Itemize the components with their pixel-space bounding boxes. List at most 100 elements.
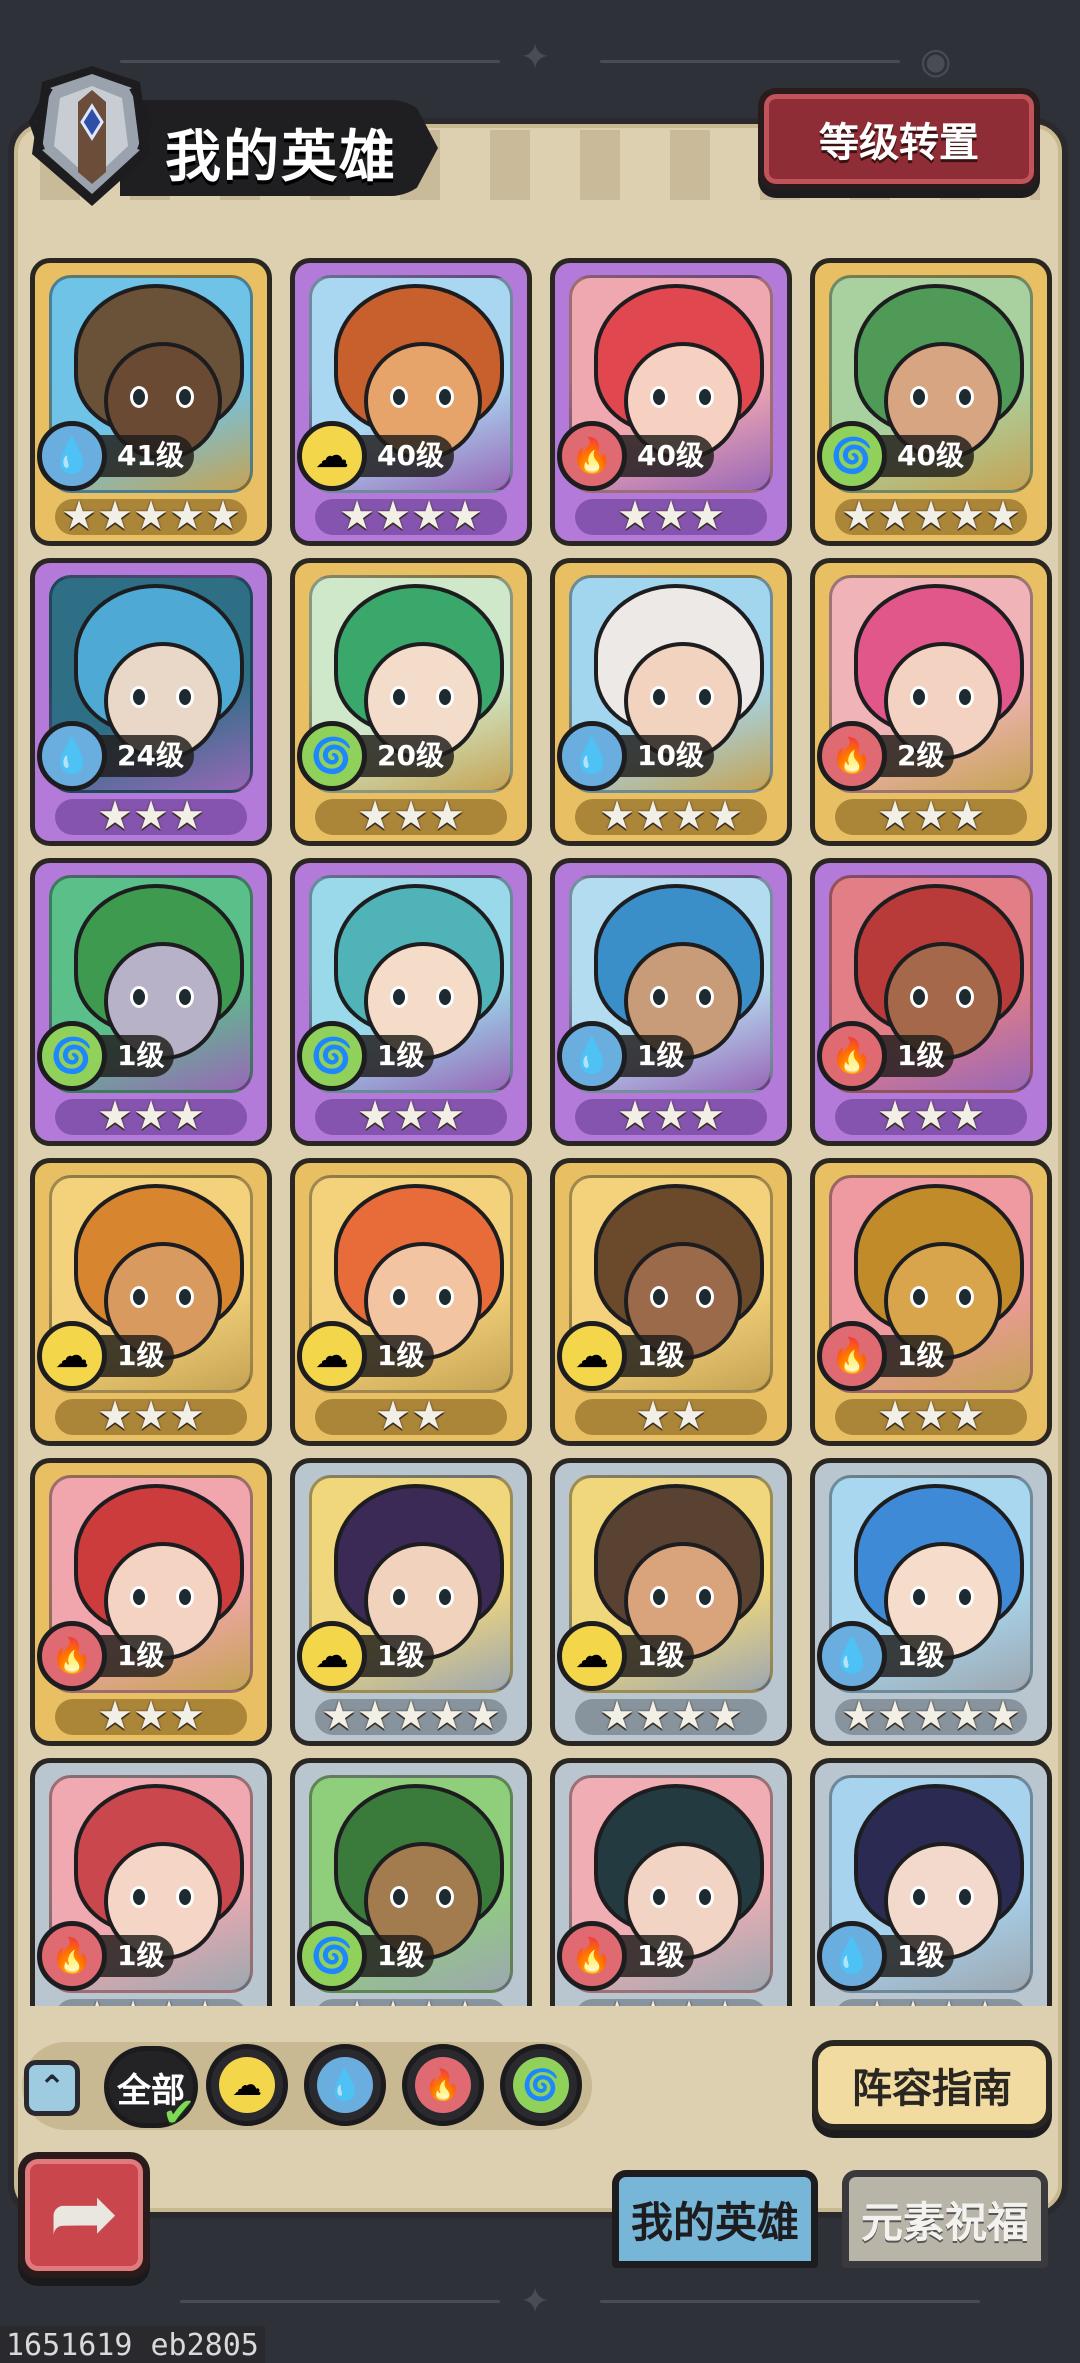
- filter-water-button[interactable]: 💧: [304, 2044, 386, 2126]
- hero-star-rating: ★ ★ ★: [555, 1093, 787, 1139]
- hero-eye: [650, 686, 668, 708]
- hero-card[interactable]: 40级 ☁ ★ ★ ★ ★: [290, 258, 532, 546]
- star-icon: ★: [689, 493, 725, 539]
- star-icon: ★: [913, 793, 949, 839]
- hero-eye: [390, 1286, 408, 1308]
- wind-element-icon: 🌀: [297, 1921, 367, 1991]
- earth-element-icon: ☁: [557, 1321, 627, 1391]
- star-icon: ★: [429, 1093, 465, 1139]
- star-icon: ★: [689, 1093, 725, 1139]
- helmet-icon: [28, 66, 154, 206]
- lineup-guide-button[interactable]: 阵容指南: [812, 2040, 1052, 2130]
- hero-card[interactable]: 1级 ☁ ★ ★: [550, 1158, 792, 1446]
- collapse-filter-button[interactable]: ⌃: [24, 2060, 80, 2116]
- water-element-icon: 💧: [37, 421, 107, 491]
- star-icon: ★: [133, 1693, 169, 1739]
- star-icon: ★: [133, 793, 169, 839]
- star-icon: ★: [929, 1996, 969, 2006]
- hero-eye: [390, 686, 408, 708]
- hero-card[interactable]: 1级 🔥 ★ ★ ★: [810, 858, 1052, 1146]
- star-icon: ★: [633, 1996, 673, 2006]
- hero-eye: [696, 1886, 714, 1908]
- hero-card[interactable]: 1级 🔥 ★ ★ ★: [810, 1158, 1052, 1446]
- earth-element-icon: ☁: [557, 1621, 627, 1691]
- hero-eye: [390, 1586, 408, 1608]
- filter-earth-button[interactable]: ☁: [206, 2044, 288, 2126]
- hero-card[interactable]: 1级 💧 ★ ★ ★ ★ ★: [810, 1458, 1052, 1746]
- star-icon: ★: [707, 793, 743, 839]
- earth-element-icon: ☁: [297, 1321, 367, 1391]
- tab-elemental-blessing[interactable]: 元素祝福: [842, 2170, 1048, 2268]
- star-icon: ★: [635, 1393, 671, 1439]
- level-reset-button[interactable]: 等级转置: [758, 88, 1040, 190]
- back-button[interactable]: ➦: [18, 2152, 150, 2278]
- hero-eye: [650, 1886, 668, 1908]
- hero-card[interactable]: 1级 🌀 ★ ★ ★: [290, 858, 532, 1146]
- star-icon: ★: [97, 1693, 133, 1739]
- star-icon: ★: [671, 793, 707, 839]
- hero-card[interactable]: 1级💧★★★★: [810, 1758, 1052, 2006]
- star-icon: ★: [857, 1996, 897, 2006]
- hero-eye: [910, 1286, 928, 1308]
- hero-eye: [910, 686, 928, 708]
- hero-eye: [436, 1286, 454, 1308]
- hero-card[interactable]: 10级 💧 ★ ★ ★ ★: [550, 558, 792, 846]
- star-icon: ★: [599, 1693, 635, 1739]
- star-icon: ★: [357, 793, 393, 839]
- hero-card[interactable]: 2级 🔥 ★ ★ ★: [810, 558, 1052, 846]
- filter-wind-button[interactable]: 🌀: [500, 2044, 582, 2126]
- earth-element-icon: ☁: [219, 2057, 275, 2113]
- hero-card[interactable]: 40级 🌀 ★ ★ ★ ★ ★: [810, 258, 1052, 546]
- hero-card[interactable]: 40级 🔥 ★ ★ ★: [550, 258, 792, 546]
- filter-fire-button[interactable]: 🔥: [402, 2044, 484, 2126]
- star-icon: ★: [635, 793, 671, 839]
- hero-eye: [176, 986, 194, 1008]
- hero-card[interactable]: 1级 💧 ★ ★ ★: [550, 858, 792, 1146]
- wind-element-icon: 🌀: [817, 421, 887, 491]
- hero-card[interactable]: 1级 🔥 ★ ★ ★: [30, 1458, 272, 1746]
- star-icon: ★: [877, 793, 913, 839]
- star-icon: ★: [337, 1996, 377, 2006]
- hero-card[interactable]: 1级🔥★★★★: [550, 1758, 792, 2006]
- fire-element-icon: 🔥: [37, 1921, 107, 1991]
- hero-star-rating: ★ ★: [555, 1393, 787, 1439]
- hero-card[interactable]: 24级 💧 ★ ★ ★: [30, 558, 272, 846]
- star-icon: ★: [707, 1693, 743, 1739]
- star-icon: ★: [409, 1996, 449, 2006]
- hero-star-rating: ★ ★ ★: [35, 1393, 267, 1439]
- hero-card[interactable]: 1级 ☁ ★ ★ ★ ★ ★: [290, 1458, 532, 1746]
- hero-star-rating: ★ ★ ★ ★ ★: [35, 493, 267, 539]
- hero-card[interactable]: 1级🌀★★★★: [290, 1758, 532, 2006]
- star-icon: ★: [133, 1093, 169, 1139]
- hero-card[interactable]: 41级 💧 ★ ★ ★ ★ ★: [30, 258, 272, 546]
- star-icon: ★: [913, 1693, 949, 1739]
- star-icon: ★: [949, 493, 985, 539]
- page-title: 我的英雄: [165, 125, 397, 190]
- earth-element-icon: ☁: [37, 1321, 107, 1391]
- star-icon: ★: [653, 1093, 689, 1139]
- background-line: [600, 60, 900, 63]
- tab-my-heroes[interactable]: 我的英雄: [612, 2170, 818, 2268]
- hero-star-rating: ★ ★ ★: [295, 1093, 527, 1139]
- fire-element-icon: 🔥: [415, 2057, 471, 2113]
- hero-card[interactable]: 1级 ☁ ★ ★ ★ ★: [550, 1458, 792, 1746]
- water-element-icon: 💧: [557, 721, 627, 791]
- wind-element-icon: 🌀: [37, 1021, 107, 1091]
- hero-card[interactable]: 20级 🌀 ★ ★ ★: [290, 558, 532, 846]
- star-icon: ★: [447, 493, 483, 539]
- star-icon: ★: [877, 1693, 913, 1739]
- hero-eye: [176, 1286, 194, 1308]
- hero-card[interactable]: 1级 ☁ ★ ★ ★: [30, 1158, 272, 1446]
- star-icon: ★: [169, 793, 205, 839]
- hero-card[interactable]: 1级 🌀 ★ ★ ★: [30, 858, 272, 1146]
- hero-eye: [650, 1586, 668, 1608]
- hero-card[interactable]: 1级 ☁ ★ ★: [290, 1158, 532, 1446]
- hero-eye: [436, 386, 454, 408]
- star-icon: ★: [205, 493, 241, 539]
- hero-eye: [696, 986, 714, 1008]
- star-icon: ★: [653, 493, 689, 539]
- hero-card[interactable]: 1级🔥★★★★: [30, 1758, 272, 2006]
- water-element-icon: 💧: [37, 721, 107, 791]
- hero-eye: [390, 386, 408, 408]
- hero-star-rating: ★ ★ ★: [815, 1093, 1047, 1139]
